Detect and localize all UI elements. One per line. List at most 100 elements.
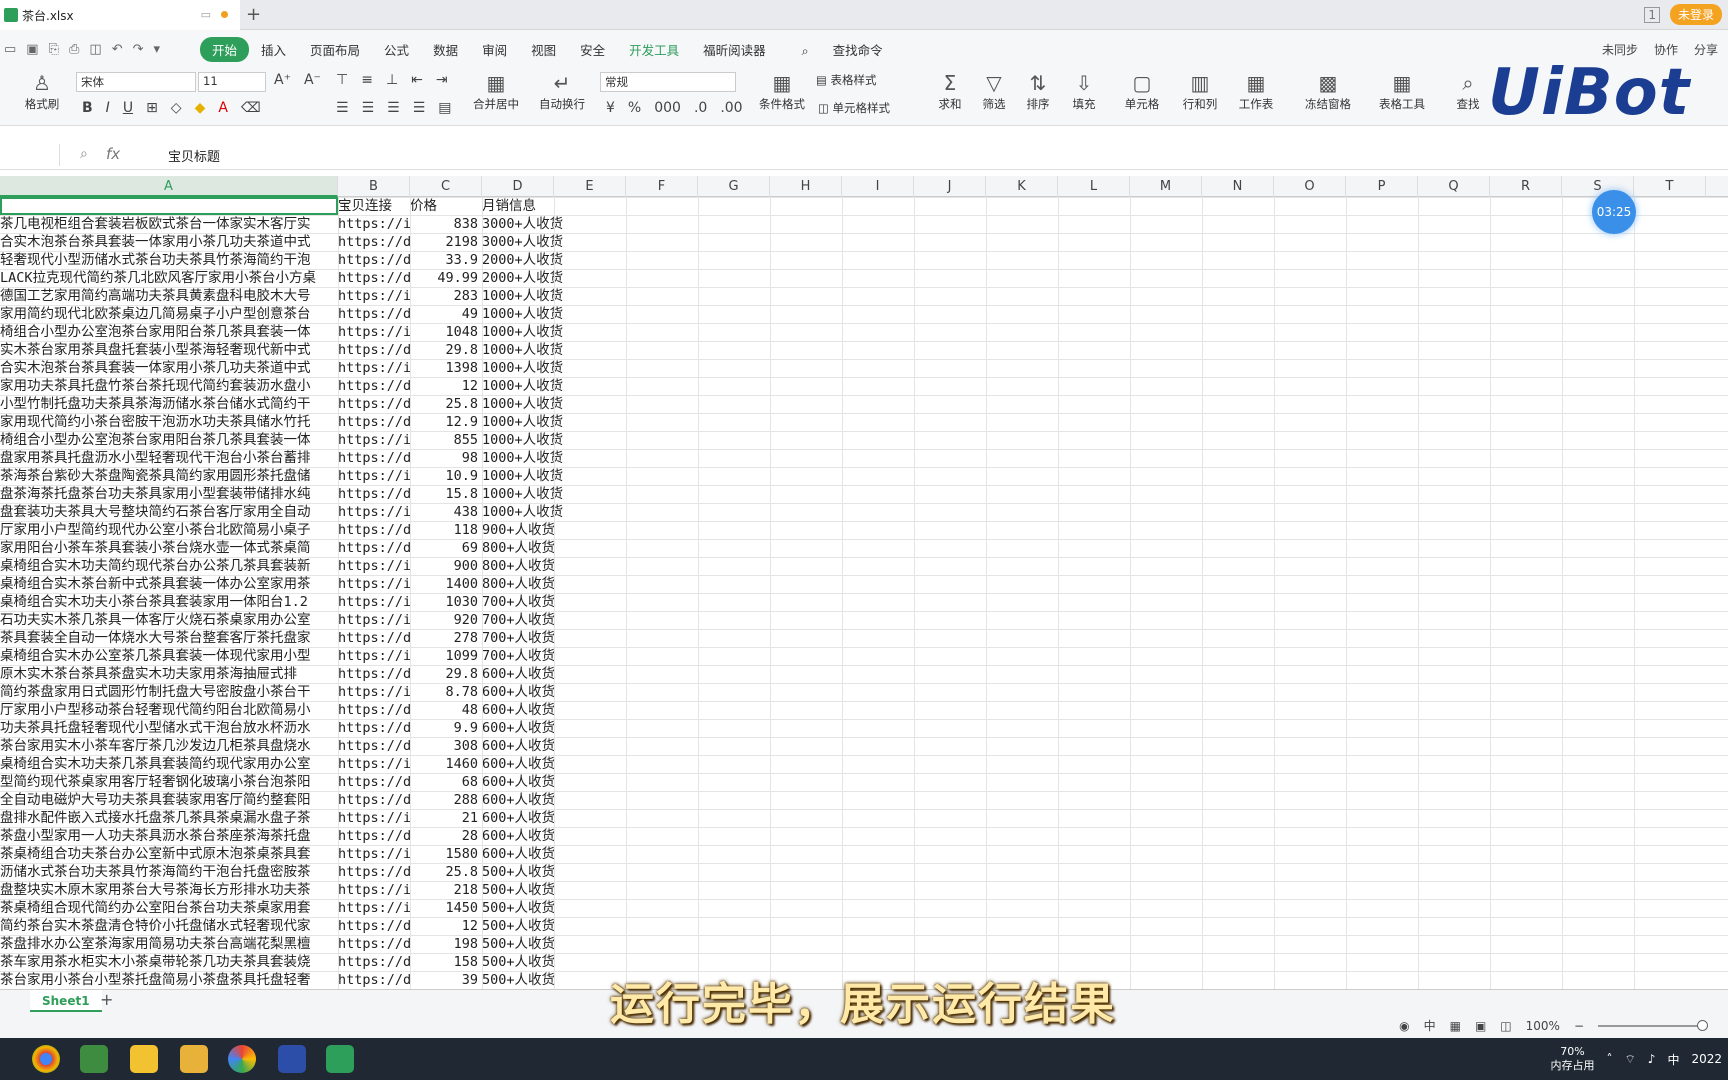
cell-b1[interactable]: 宝贝连接 (338, 197, 410, 215)
sheet-tab[interactable]: Sheet1 (30, 990, 102, 1012)
table-cell[interactable]: https://d (338, 269, 410, 287)
table-cell[interactable]: 9.9 (410, 719, 480, 737)
table-cell[interactable]: 1000+人收货 (482, 449, 572, 467)
table-cell[interactable]: 29.8 (410, 665, 480, 683)
table-cell[interactable]: https://d (338, 773, 410, 791)
decimal-decrease-icon[interactable]: .00 (720, 100, 742, 116)
tab-page-layout[interactable]: 页面布局 (298, 40, 372, 59)
table-cell[interactable]: https://d (338, 719, 410, 737)
file-tab[interactable]: 茶台.xlsx ▭ (0, 0, 240, 30)
col-header-j[interactable]: J (914, 176, 986, 197)
table-cell[interactable]: 49.99 (410, 269, 480, 287)
clear-icon[interactable]: ⌫ (241, 100, 261, 116)
table-cell[interactable]: 600+人收货 (482, 665, 572, 683)
table-cell[interactable]: 21 (410, 809, 480, 827)
table-cell[interactable]: 218 (410, 881, 480, 899)
table-cell[interactable]: 1000+人收货 (482, 413, 572, 431)
table-cell[interactable]: 68 (410, 773, 480, 791)
table-cell[interactable]: 原木实木茶台茶具茶盘实木功夫家用茶海抽屉式排 (0, 665, 338, 683)
tab-foxit[interactable]: 福昕阅读器 (691, 40, 778, 59)
table-cell[interactable]: 家用简约现代北欧茶桌边几简易桌子小户型创意茶台 (0, 305, 338, 323)
decimal-increase-icon[interactable]: .0 (694, 100, 707, 116)
table-cell[interactable]: https://d (338, 251, 410, 269)
table-cell[interactable]: https://d (338, 827, 410, 845)
cond-format-button[interactable]: ▦ 条件格式 (750, 70, 814, 112)
notepad-icon[interactable] (80, 1045, 108, 1073)
worksheet-button[interactable]: ▦ 工作表 (1232, 70, 1280, 112)
table-cell[interactable]: 盘家用茶具托盘沥水小型轻奢现代干泡台小茶台蓄排 (0, 449, 338, 467)
table-cell[interactable]: https://d (338, 521, 410, 539)
table-cell[interactable]: https://d (338, 971, 410, 989)
cell-style-button[interactable]: ◫ 单元格样式 (818, 100, 918, 116)
table-cell[interactable]: 198 (410, 935, 480, 953)
tab-security[interactable]: 安全 (568, 40, 617, 59)
browser-icon[interactable] (228, 1045, 256, 1073)
table-cell[interactable]: https://i (338, 881, 410, 899)
table-cell[interactable]: 实木茶台家用茶具盘托套装小型茶海轻奢现代新中式 (0, 341, 338, 359)
tray-arrow-icon[interactable]: ˄ (1606, 1052, 1612, 1066)
table-cell[interactable]: 盘排水配件嵌入式接水托盘茶几茶具茶桌漏水盘子茶 (0, 809, 338, 827)
indent-increase-icon[interactable]: ⇥ (436, 72, 448, 88)
table-cell[interactable]: https://d (338, 413, 410, 431)
media-player-icon[interactable] (130, 1045, 158, 1073)
table-cell[interactable]: 简约茶盘家用日式圆形竹制托盘大号密胺盘小茶台干 (0, 683, 338, 701)
table-cell[interactable]: 855 (410, 431, 480, 449)
table-cell[interactable]: 600+人收货 (482, 719, 572, 737)
table-cell[interactable]: 1030 (410, 593, 480, 611)
size-select[interactable]: 11 (198, 72, 266, 92)
page-break-icon[interactable]: ◫ (1500, 1019, 1511, 1033)
table-cell[interactable]: 1450 (410, 899, 480, 917)
page-icon[interactable]: 1 (1644, 6, 1660, 23)
export-icon[interactable]: ⎘ (49, 42, 59, 57)
merge-button[interactable]: ▦ 合并居中 (466, 70, 526, 112)
table-cell[interactable]: 1048 (410, 323, 480, 341)
currency-icon[interactable]: ¥ (606, 100, 615, 116)
tab-data[interactable]: 数据 (421, 40, 470, 59)
table-cell[interactable]: https://i (338, 359, 410, 377)
table-cell[interactable]: 500+人收货 (482, 953, 572, 971)
table-cell[interactable]: 茶盘排水办公室茶海家用简易功夫茶台高端花梨黑檀 (0, 935, 338, 953)
table-cell[interactable]: 1000+人收货 (482, 485, 572, 503)
table-cell[interactable]: 1000+人收货 (482, 323, 572, 341)
font-shrink-icon[interactable]: A⁻ (304, 72, 321, 88)
new-tab-button[interactable]: + (246, 4, 261, 25)
chrome-icon[interactable] (32, 1045, 60, 1073)
table-cell[interactable]: 158 (410, 953, 480, 971)
percent-icon[interactable]: % (628, 100, 641, 116)
fill-button[interactable]: ⇩ 填充 (1066, 70, 1102, 112)
table-cell[interactable]: 920 (410, 611, 480, 629)
table-cell[interactable]: https://d (338, 539, 410, 557)
table-cell[interactable]: https://d (338, 449, 410, 467)
preview-icon[interactable]: ◫ (89, 42, 101, 57)
tab-insert[interactable]: 插入 (249, 40, 298, 59)
zoom-knob[interactable] (1697, 1019, 1708, 1031)
table-cell[interactable]: 茶台家用实木小茶车客厅茶几沙发边几柜茶具盘烧水 (0, 737, 338, 755)
col-header-k[interactable]: K (986, 176, 1058, 197)
window-restore-icon[interactable]: ▭ (201, 8, 211, 21)
table-cell[interactable]: https://d (338, 377, 410, 395)
table-cell[interactable]: 桌椅组合实木办公室茶几茶具套装一体现代家用小型 (0, 647, 338, 665)
col-header-t[interactable]: T (1634, 176, 1706, 197)
table-cell[interactable]: 德国工艺家用简约高端功夫茶具黄素盘科电胶木大号 (0, 287, 338, 305)
table-cell[interactable]: https://i (338, 845, 410, 863)
cell-c1[interactable]: 价格 (410, 197, 480, 215)
table-cell[interactable]: 438 (410, 503, 480, 521)
table-cell[interactable]: 500+人收货 (482, 935, 572, 953)
table-cell[interactable]: 茶桌椅组合功夫茶台办公室新中式原木泡茶桌茶具套 (0, 845, 338, 863)
sync-button[interactable]: 未同步 (1602, 41, 1638, 58)
table-cell[interactable]: 39 (410, 971, 480, 989)
table-cell[interactable]: 全自动电磁炉大号功夫茶具套装家用客厅简约整套阳 (0, 791, 338, 809)
table-cell[interactable]: 69 (410, 539, 480, 557)
table-cell[interactable]: 600+人收货 (482, 755, 572, 773)
table-cell[interactable]: 283 (410, 287, 480, 305)
cell-button[interactable]: ▢ 单元格 (1120, 70, 1164, 112)
table-cell[interactable]: https://i (338, 809, 410, 827)
col-header-i[interactable]: I (842, 176, 914, 197)
table-cell[interactable]: 29.8 (410, 341, 480, 359)
table-cell[interactable]: 合实木泡茶台茶具套装一体家用小茶几功夫茶道中式 (0, 359, 338, 377)
col-header-p[interactable]: P (1346, 176, 1418, 197)
table-cell[interactable]: https://i (338, 557, 410, 575)
table-cell[interactable]: 茶几电视柜组合套装岩板欧式茶台一体家实木客厅实 (0, 215, 338, 233)
table-cell[interactable]: 800+人收货 (482, 539, 572, 557)
fill-color-icon[interactable]: ◆ (195, 100, 206, 116)
